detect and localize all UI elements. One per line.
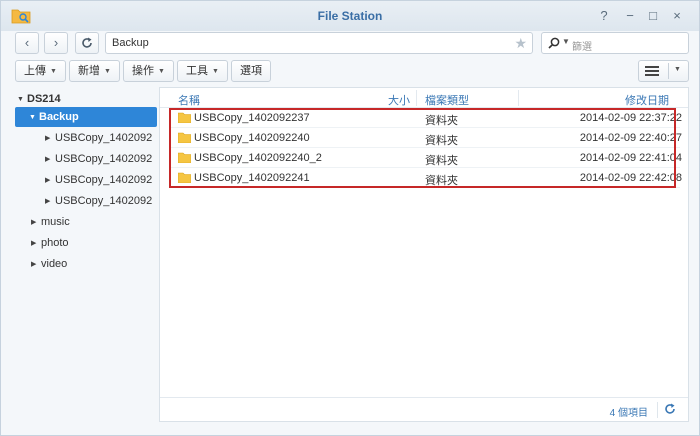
navigation-bar: ‹ › Backup ★ ▼ 篩選 xyxy=(1,31,699,59)
folder-icon xyxy=(178,172,191,183)
file-name: USBCopy_1402092241 xyxy=(194,172,310,184)
search-icon xyxy=(548,37,560,49)
column-header-name[interactable]: 名稱 xyxy=(178,92,200,108)
path-bar[interactable]: Backup ★ xyxy=(105,32,533,54)
minimize-button[interactable]: − xyxy=(621,7,639,25)
collapsed-arrow-icon[interactable]: ▶ xyxy=(45,150,55,170)
tree-root-label: DS214 xyxy=(27,93,61,105)
chevron-right-icon: › xyxy=(53,35,59,50)
file-name: USBCopy_1402092240 xyxy=(194,132,310,144)
star-icon[interactable]: ★ xyxy=(514,35,527,52)
tree-item-label: music xyxy=(41,216,70,228)
refresh-button[interactable] xyxy=(75,32,99,54)
back-button[interactable]: ‹ xyxy=(15,32,39,54)
file-row[interactable]: USBCopy_1402092237 資料夾 2014-02-09 22:37:… xyxy=(170,108,682,128)
collapsed-arrow-icon[interactable]: ▶ xyxy=(45,171,55,191)
tools-button[interactable]: 工具 ▼ xyxy=(177,60,228,82)
expanded-arrow-icon[interactable]: ▼ xyxy=(29,108,39,128)
current-path: Backup xyxy=(112,37,149,49)
tree-root-ds214[interactable]: ▼ DS214 xyxy=(17,89,61,109)
file-type: 資料夾 xyxy=(425,115,458,127)
collapsed-arrow-icon[interactable]: ▶ xyxy=(45,129,55,149)
file-modified: 2014-02-09 22:40:27 xyxy=(579,132,682,144)
help-button[interactable]: ? xyxy=(595,7,613,25)
tree-item-label: Backup xyxy=(39,111,79,123)
folder-icon xyxy=(178,132,191,143)
tree-item-usbcopy-1[interactable]: ▶ USBCopy_1402092 xyxy=(45,128,152,148)
settings-label: 選項 xyxy=(240,65,262,77)
file-type: 資料夾 xyxy=(425,155,458,167)
filter-search-box[interactable]: ▼ 篩選 xyxy=(541,32,689,54)
title-bar: File Station ? − □ × xyxy=(1,1,699,31)
tree-item-label: photo xyxy=(41,237,69,249)
chevron-down-icon[interactable]: ▼ xyxy=(562,37,570,46)
search-placeholder: 篩選 xyxy=(572,42,592,53)
collapsed-arrow-icon[interactable]: ▶ xyxy=(45,192,55,212)
file-modified: 2014-02-09 22:41:04 xyxy=(579,152,682,164)
list-view-icon xyxy=(645,66,659,76)
chevron-down-icon: ▼ xyxy=(212,68,219,75)
column-header-type[interactable]: 檔案類型 xyxy=(425,92,469,108)
column-header-row: 名稱 大小 檔案類型 修改日期 xyxy=(160,88,688,108)
maximize-button[interactable]: □ xyxy=(644,7,662,25)
file-name: USBCopy_1402092240_2 xyxy=(194,152,322,164)
chevron-left-icon: ‹ xyxy=(24,35,30,50)
refresh-icon xyxy=(82,37,92,48)
tree-item-music[interactable]: ▶ music xyxy=(31,212,70,232)
file-modified: 2014-02-09 22:42:08 xyxy=(579,172,682,184)
tree-item-usbcopy-2[interactable]: ▶ USBCopy_1402092 xyxy=(45,149,152,169)
settings-button[interactable]: 選項 xyxy=(231,60,271,82)
action-button[interactable]: 操作 ▼ xyxy=(123,60,174,82)
tree-item-backup[interactable]: ▼ Backup xyxy=(29,107,79,127)
file-row[interactable]: USBCopy_1402092240 資料夾 2014-02-09 22:40:… xyxy=(170,128,682,148)
tree-item-backup-selected[interactable]: ▼ Backup xyxy=(15,107,157,127)
folder-icon xyxy=(178,112,191,123)
file-list-panel: 名稱 大小 檔案類型 修改日期 USBCopy_1402092237 資料夾 2… xyxy=(159,87,689,422)
file-modified: 2014-02-09 22:37:22 xyxy=(579,112,682,124)
action-label: 操作 xyxy=(132,65,154,77)
item-count: 4 個項目 xyxy=(609,408,648,419)
collapsed-arrow-icon[interactable]: ▶ xyxy=(31,234,41,254)
forward-button[interactable]: › xyxy=(44,32,68,54)
tree-item-label: video xyxy=(41,258,68,270)
chevron-down-icon[interactable]: ▼ xyxy=(674,66,681,73)
column-header-size[interactable]: 大小 xyxy=(388,92,410,108)
file-type: 資料夾 xyxy=(425,135,458,147)
create-label: 新增 xyxy=(78,65,100,77)
upload-label: 上傳 xyxy=(24,65,46,77)
tree-item-label: USBCopy_1402092 xyxy=(55,132,153,144)
upload-button[interactable]: 上傳 ▼ xyxy=(15,60,66,82)
tree-item-video[interactable]: ▶ video xyxy=(31,254,67,274)
tree-item-label: USBCopy_1402092 xyxy=(55,153,153,165)
tree-item-label: USBCopy_1402092 xyxy=(55,174,153,186)
collapsed-arrow-icon[interactable]: ▶ xyxy=(31,213,41,233)
tree-item-usbcopy-4[interactable]: ▶ USBCopy_1402092 xyxy=(45,191,152,211)
chevron-down-icon: ▼ xyxy=(158,68,165,75)
file-station-window: File Station ? − □ × ‹ › Backup ★ ▼ 篩選 上… xyxy=(0,0,700,436)
refresh-icon[interactable] xyxy=(664,403,676,415)
file-row[interactable]: USBCopy_1402092241 資料夾 2014-02-09 22:42:… xyxy=(170,168,682,188)
toolbar: 上傳 ▼ 新增 ▼ 操作 ▼ 工具 ▼ 選項 ▼ xyxy=(1,59,699,87)
collapsed-arrow-icon[interactable]: ▶ xyxy=(31,255,41,275)
file-type: 資料夾 xyxy=(425,175,458,187)
tree-item-usbcopy-3[interactable]: ▶ USBCopy_1402092 xyxy=(45,170,152,190)
status-bar: 4 個項目 xyxy=(160,397,688,421)
chevron-down-icon: ▼ xyxy=(50,68,57,75)
view-mode-button[interactable]: ▼ xyxy=(638,60,689,82)
folder-tree: ▼ DS214 ▼ Backup ▶ USBCopy_1402092 ▶ USBCopy… xyxy=(1,87,159,422)
folder-icon xyxy=(178,152,191,163)
close-button[interactable]: × xyxy=(668,7,686,25)
tools-label: 工具 xyxy=(186,65,208,77)
chevron-down-icon: ▼ xyxy=(104,68,111,75)
create-button[interactable]: 新增 ▼ xyxy=(69,60,120,82)
file-row[interactable]: USBCopy_1402092240_2 資料夾 2014-02-09 22:4… xyxy=(170,148,682,168)
file-name: USBCopy_1402092237 xyxy=(194,112,310,124)
tree-item-label: USBCopy_1402092 xyxy=(55,195,153,207)
column-header-modified[interactable]: 修改日期 xyxy=(625,92,669,108)
tree-item-photo[interactable]: ▶ photo xyxy=(31,233,69,253)
